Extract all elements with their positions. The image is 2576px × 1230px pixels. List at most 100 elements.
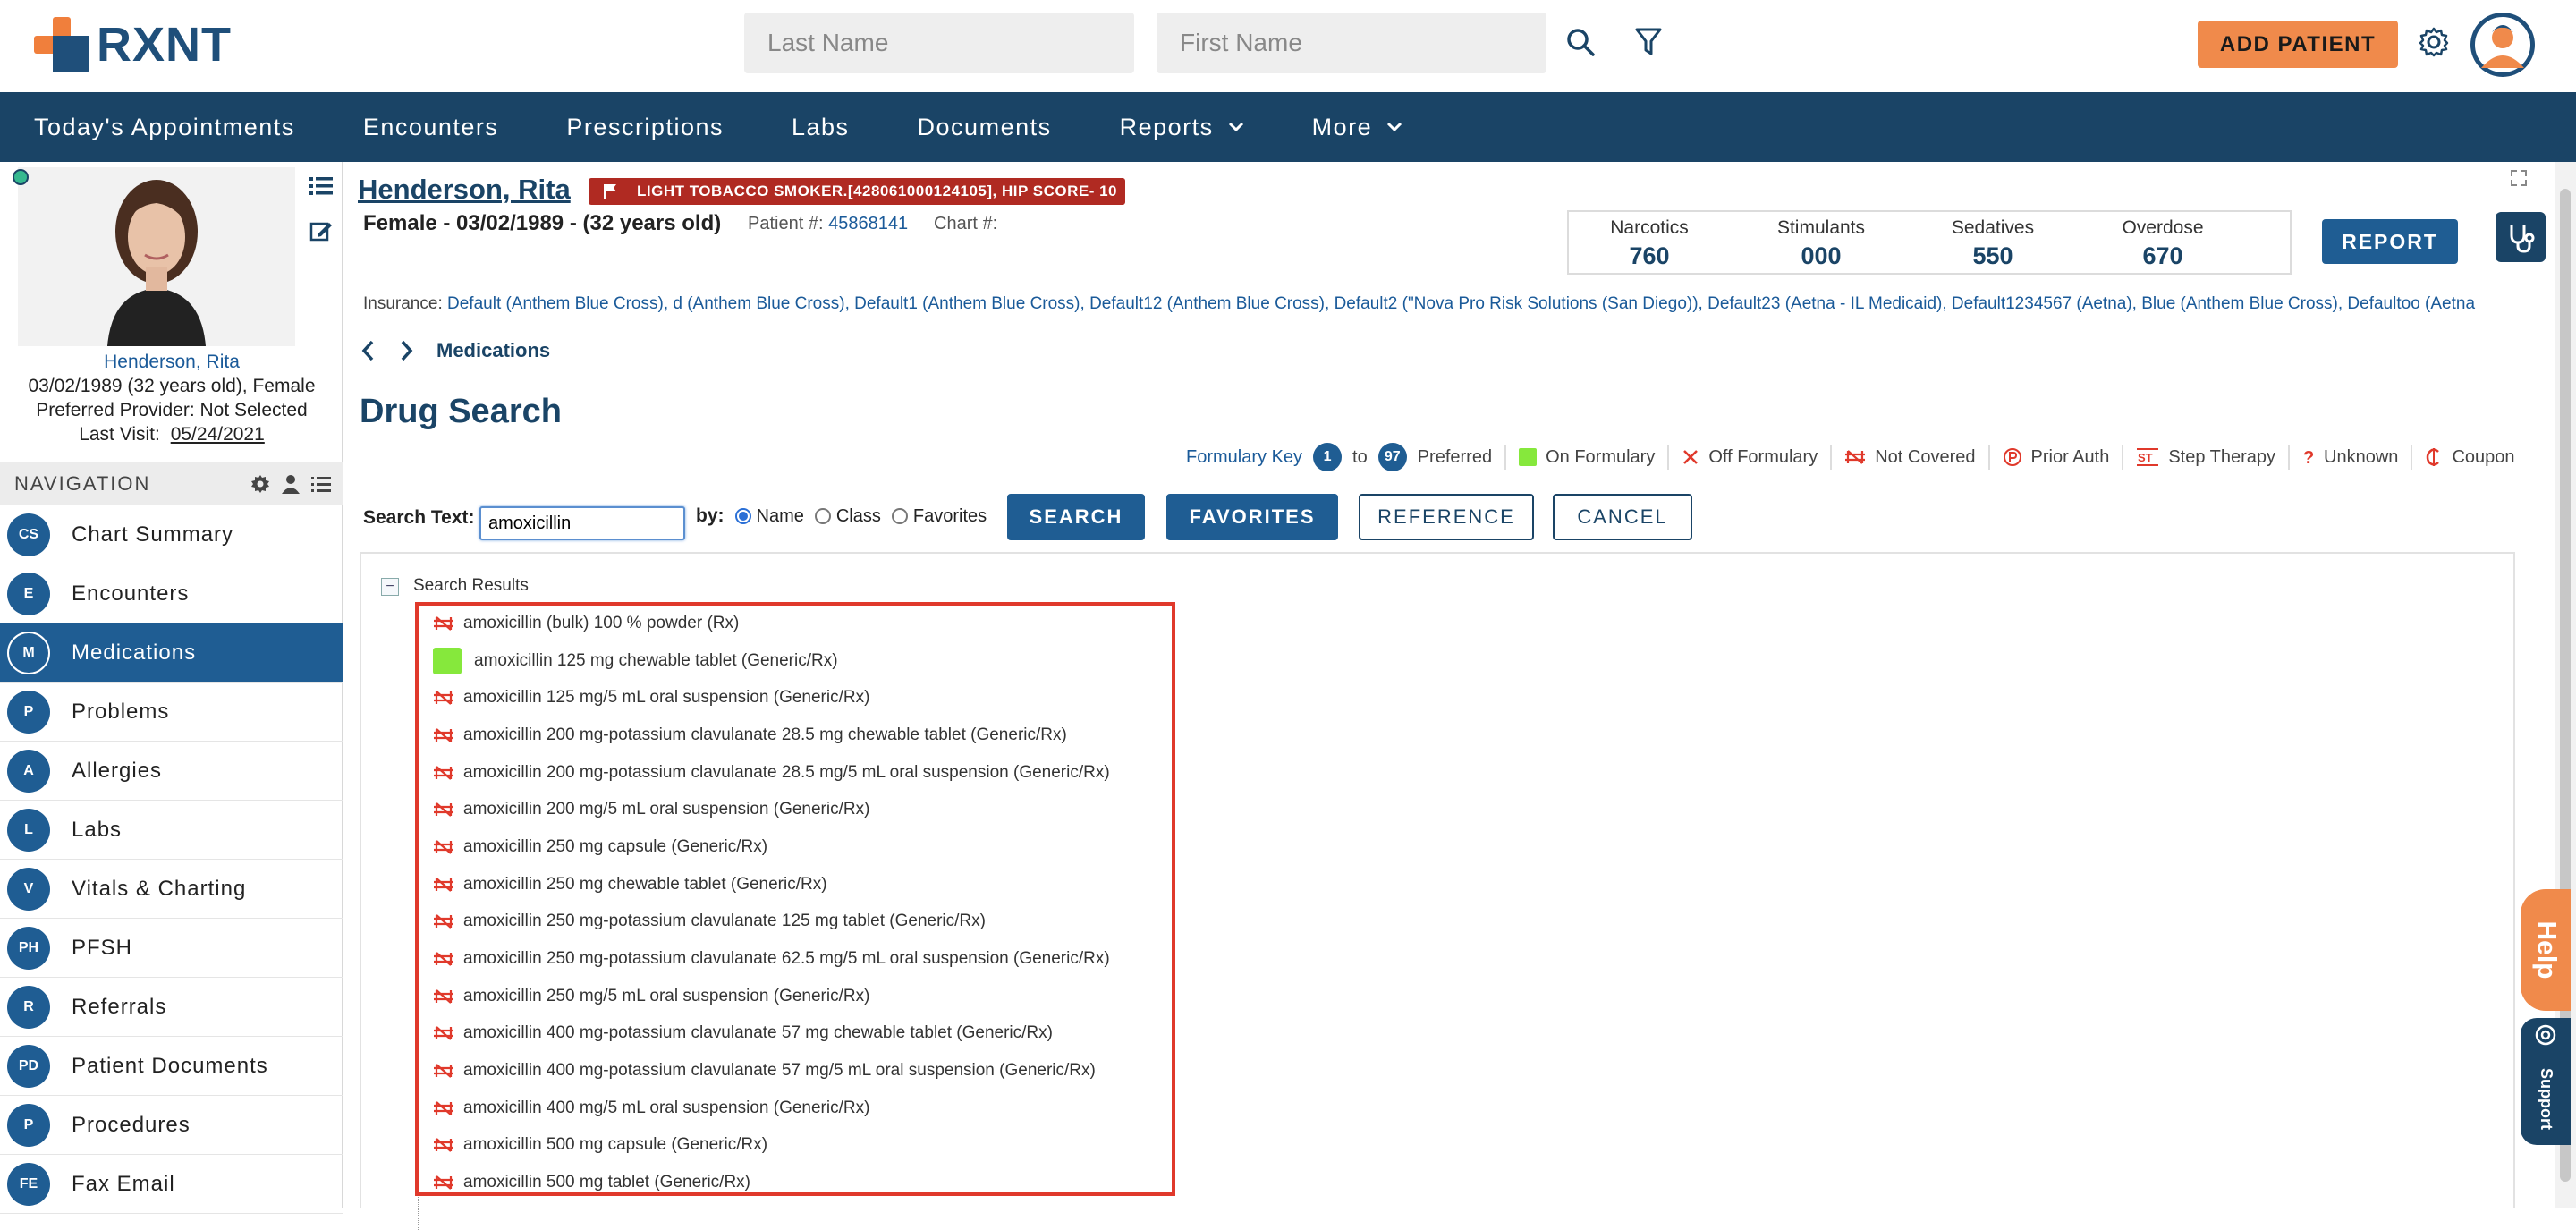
insurance-line: Insurance: Default (Anthem Blue Cross), …: [363, 294, 2476, 313]
side-nav-label: Procedures: [72, 1112, 191, 1137]
drug-result-name[interactable]: amoxicillin (bulk) 100 % powder (Rx): [463, 614, 739, 633]
cancel-button[interactable]: CANCEL: [1553, 494, 1692, 540]
patient-card-name[interactable]: Henderson, Rita: [0, 352, 343, 373]
search-by-name-radio[interactable]: Name: [734, 506, 804, 527]
gear-icon[interactable]: [250, 474, 270, 494]
side-nav-referrals[interactable]: R Referrals: [0, 978, 343, 1037]
drug-result-name[interactable]: amoxicillin 250 mg-potassium clavulanate…: [463, 949, 1110, 969]
drug-result-name[interactable]: amoxicillin 250 mg chewable tablet (Gene…: [463, 875, 827, 895]
drug-result-name[interactable]: amoxicillin 400 mg/5 mL oral suspension …: [463, 1099, 869, 1118]
chevron-left-icon[interactable]: [360, 339, 377, 362]
search-by-favorites-radio[interactable]: Favorites: [891, 506, 987, 527]
nav-labs[interactable]: Labs: [792, 114, 850, 141]
chevron-right-icon[interactable]: [397, 339, 415, 362]
side-nav-problems[interactable]: P Problems: [0, 683, 343, 742]
side-nav-chart-summary[interactable]: CS Chart Summary: [0, 505, 343, 564]
drug-result-row[interactable]: amoxicillin 500 mg capsule (Generic/Rx): [429, 1127, 1172, 1165]
side-nav-pfsh[interactable]: PH PFSH: [0, 919, 343, 978]
last-visit-link[interactable]: 05/24/2021: [171, 424, 265, 445]
side-nav-vitals[interactable]: V Vitals & Charting: [0, 860, 343, 919]
rxnt-logo[interactable]: RXNT: [34, 16, 232, 73]
drug-result-name[interactable]: amoxicillin 250 mg capsule (Generic/Rx): [463, 837, 767, 857]
drug-result-row[interactable]: amoxicillin 200 mg/5 mL oral suspension …: [429, 791, 1172, 828]
drug-result-name[interactable]: amoxicillin 500 mg capsule (Generic/Rx): [463, 1135, 767, 1155]
drug-result-row[interactable]: amoxicillin 400 mg/5 mL oral suspension …: [429, 1090, 1172, 1127]
last-name-input[interactable]: [744, 13, 1134, 73]
nav-documents[interactable]: Documents: [918, 114, 1052, 141]
drug-result-row[interactable]: amoxicillin (bulk) 100 % powder (Rx): [429, 605, 1172, 642]
insurance-value[interactable]: Default (Anthem Blue Cross), d (Anthem B…: [447, 294, 2475, 313]
first-name-input[interactable]: [1157, 13, 1546, 73]
side-nav-medications[interactable]: M Medications: [0, 623, 343, 683]
side-nav-allergies[interactable]: A Allergies: [0, 742, 343, 801]
drug-result-row[interactable]: amoxicillin 200 mg-potassium clavulanate…: [429, 717, 1172, 754]
drug-result-row[interactable]: amoxicillin 250 mg chewable tablet (Gene…: [429, 866, 1172, 903]
drug-result-row[interactable]: amoxicillin 200 mg-potassium clavulanate…: [429, 754, 1172, 792]
help-button[interactable]: Help: [2521, 889, 2571, 1011]
drug-result-name[interactable]: amoxicillin 250 mg/5 mL oral suspension …: [463, 987, 869, 1006]
reference-button[interactable]: REFERENCE: [1359, 494, 1534, 540]
search-by-class-radio[interactable]: Class: [814, 506, 881, 527]
drug-result-row[interactable]: amoxicillin 500 mg tablet (Generic/Rx): [429, 1164, 1172, 1201]
side-nav-patient-documents[interactable]: PD Patient Documents: [0, 1037, 343, 1096]
patient-number: Patient #: 45868141: [748, 214, 909, 233]
drug-result-name[interactable]: amoxicillin 125 mg/5 mL oral suspension …: [463, 688, 869, 708]
drug-result-name[interactable]: amoxicillin 200 mg/5 mL oral suspension …: [463, 800, 869, 819]
support-button[interactable]: Support: [2521, 1018, 2571, 1145]
favorites-button[interactable]: FAVORITES: [1166, 494, 1338, 540]
drug-search-input[interactable]: [479, 506, 685, 540]
side-nav-procedures[interactable]: P Procedures: [0, 1096, 343, 1155]
report-button[interactable]: REPORT: [2322, 219, 2458, 264]
side-nav-list: CS Chart Summary E Encounters M Medications…: [0, 505, 343, 1214]
patient-name-link[interactable]: Henderson, Rita: [358, 174, 571, 206]
stethoscope-icon[interactable]: [2496, 212, 2546, 262]
off-formulary-icon: [1682, 448, 1699, 466]
nav-badge: V: [7, 867, 50, 911]
drug-result-row[interactable]: amoxicillin 125 mg/5 mL oral suspension …: [429, 679, 1172, 717]
chevron-down-icon: [1228, 122, 1243, 132]
drug-result-row[interactable]: amoxicillin 250 mg-potassium clavulanate…: [429, 940, 1172, 978]
side-nav-labs[interactable]: L Labs: [0, 801, 343, 860]
not-covered-icon: [429, 1171, 460, 1194]
drug-result-name[interactable]: amoxicillin 250 mg-potassium clavulanate…: [463, 912, 986, 931]
drug-result-row[interactable]: amoxicillin 250 mg-potassium clavulanate…: [429, 903, 1172, 941]
patient-flag-badge[interactable]: LIGHT TOBACCO SMOKER.[428061000124105], …: [589, 178, 1125, 205]
search-button[interactable]: SEARCH: [1007, 494, 1145, 540]
list-icon[interactable]: [311, 474, 331, 494]
drug-result-row[interactable]: amoxicillin 125 mg chewable tablet (Gene…: [429, 642, 1172, 680]
nav-more[interactable]: More: [1312, 114, 1403, 141]
user-avatar[interactable]: [2470, 13, 2535, 77]
nav-reports[interactable]: Reports: [1120, 114, 1244, 141]
drug-result-row[interactable]: amoxicillin 250 mg capsule (Generic/Rx): [429, 828, 1172, 866]
list-icon[interactable]: [309, 174, 335, 199]
online-status-dot: [13, 169, 29, 185]
user-icon[interactable]: [281, 474, 301, 494]
gear-icon[interactable]: [2411, 20, 2456, 64]
not-covered-icon: [429, 798, 460, 821]
drug-result-name[interactable]: amoxicillin 200 mg-potassium clavulanate…: [463, 763, 1110, 783]
expand-icon[interactable]: [2510, 169, 2529, 189]
nav-encounters[interactable]: Encounters: [363, 114, 499, 141]
edit-icon[interactable]: [309, 219, 335, 244]
unknown-icon: ?: [2302, 447, 2315, 467]
formulary-key-link[interactable]: Formulary Key: [1186, 447, 1302, 468]
side-nav-fax-email[interactable]: FE Fax Email: [0, 1155, 343, 1214]
nav-badge: P: [7, 1103, 50, 1147]
patient-number-value[interactable]: 45868141: [828, 214, 908, 233]
drug-result-name[interactable]: amoxicillin 200 mg-potassium clavulanate…: [463, 725, 1067, 745]
drug-result-name[interactable]: amoxicillin 125 mg chewable tablet (Gene…: [474, 651, 838, 671]
search-icon[interactable]: [1558, 20, 1603, 64]
drug-result-name[interactable]: amoxicillin 400 mg-potassium clavulanate…: [463, 1061, 1096, 1081]
add-patient-button[interactable]: ADD PATIENT: [2198, 21, 2398, 68]
nav-todays-appointments[interactable]: Today's Appointments: [34, 114, 295, 141]
main-nav: Today's Appointments Encounters Prescrip…: [0, 92, 2576, 162]
filter-icon[interactable]: [1626, 20, 1671, 64]
drug-result-name[interactable]: amoxicillin 400 mg-potassium clavulanate…: [463, 1023, 1053, 1043]
nav-prescriptions[interactable]: Prescriptions: [566, 114, 724, 141]
drug-result-row[interactable]: amoxicillin 250 mg/5 mL oral suspension …: [429, 978, 1172, 1015]
collapse-icon[interactable]: −: [381, 578, 399, 596]
side-nav-encounters[interactable]: E Encounters: [0, 564, 343, 623]
drug-result-row[interactable]: amoxicillin 400 mg-potassium clavulanate…: [429, 1015, 1172, 1053]
drug-result-row[interactable]: amoxicillin 400 mg-potassium clavulanate…: [429, 1052, 1172, 1090]
drug-result-name[interactable]: amoxicillin 500 mg tablet (Generic/Rx): [463, 1173, 750, 1192]
